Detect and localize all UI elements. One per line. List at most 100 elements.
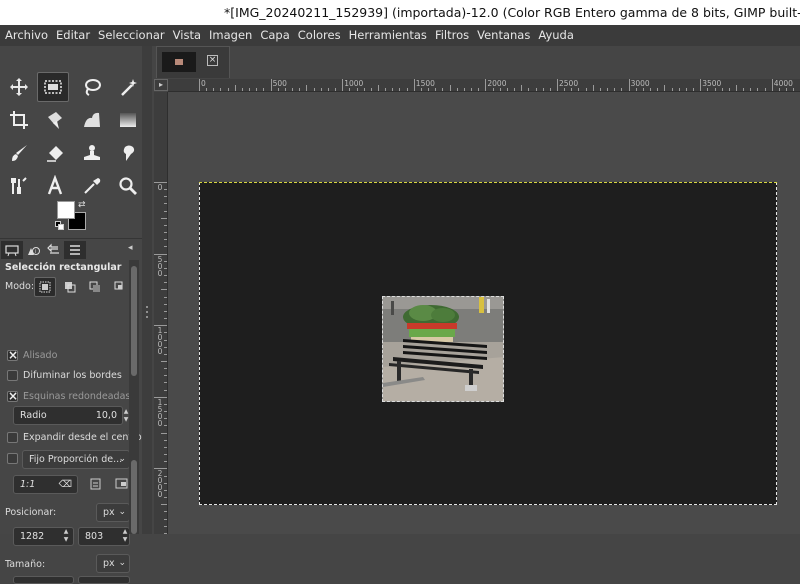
ruler-minor-tick [736, 85, 737, 91]
ruler-minor-tick [161, 361, 167, 362]
tool-options-scrollbar[interactable] [129, 260, 139, 534]
swap-colors-icon[interactable]: ⇄ [78, 200, 86, 210]
chevron-down-icon: ⌄ [118, 558, 126, 568]
rounded-corners-checkbox[interactable] [7, 389, 18, 403]
crop-tool-button[interactable] [3, 105, 35, 135]
size-label: Tamaño: [5, 559, 46, 570]
clear-icon[interactable]: ⌫ [59, 476, 72, 493]
tool-options-title: Selección rectangular [5, 262, 122, 273]
mode-replace-button[interactable] [34, 277, 56, 297]
vertical-ruler: 05001000150020002500 [154, 92, 168, 534]
dock-tabs: i ◂ [0, 238, 148, 260]
unified-transform-tool-button[interactable] [39, 105, 71, 135]
size-unit-value: px [103, 558, 115, 569]
antialias-checkbox[interactable] [7, 348, 18, 362]
menu-capa[interactable]: Capa [256, 25, 293, 46]
smudge-icon [123, 145, 135, 161]
expand-center-checkbox[interactable] [7, 432, 18, 443]
menu-colores[interactable]: Colores [294, 25, 345, 46]
move-tool-button[interactable] [3, 72, 35, 102]
smudge-tool-button[interactable] [112, 138, 144, 168]
ruler-label: 2000 [487, 79, 507, 88]
window-title: *[IMG_20240211_152939] (importada)-12.0 … [224, 5, 800, 20]
text-tool-button[interactable] [39, 171, 71, 201]
ratio-value: 1:1 [20, 479, 36, 490]
text-icon [47, 175, 63, 195]
menu-herramientas[interactable]: Herramientas [345, 25, 431, 46]
panel-splitter[interactable] [142, 46, 152, 534]
ruler-major-tick [557, 79, 558, 91]
portrait-icon[interactable] [90, 478, 101, 493]
gradient-icon [120, 113, 136, 127]
antialias-label: Alisado [23, 350, 58, 361]
menu-vista[interactable]: Vista [169, 25, 205, 46]
free-select-tool-button[interactable] [76, 72, 108, 102]
ratio-field[interactable]: 1:1 ⌫ [13, 475, 78, 494]
crop-icon [10, 111, 28, 129]
menu-ventanas[interactable]: Ventanas [473, 25, 534, 46]
ruler-minor-tick [234, 85, 236, 91]
close-icon[interactable]: × [207, 55, 218, 66]
radius-field[interactable]: Radio 10,0 [13, 406, 123, 425]
foreground-color[interactable] [57, 201, 75, 219]
expand-center-label: Expandir desde el centro [23, 432, 142, 443]
tab-undo-history[interactable] [43, 241, 65, 259]
gradient-tool-button[interactable] [112, 105, 144, 135]
size-height-field[interactable] [78, 576, 130, 584]
rect-select-tool-button[interactable] [37, 72, 69, 102]
mode-replace-icon [39, 281, 51, 293]
mode-intersect-button[interactable] [109, 277, 131, 297]
fixed-mode-combo[interactable]: Fijo Proporción de... ⌄ [22, 450, 130, 469]
fixed-checkbox[interactable] [7, 453, 18, 464]
ruler-minor-tick [378, 85, 379, 91]
clone-tool-button[interactable] [76, 138, 108, 168]
position-unit-value: px [103, 507, 115, 518]
landscape-icon[interactable] [115, 478, 128, 492]
eyedropper-icon [84, 178, 101, 194]
mode-label: Modo: [5, 281, 35, 292]
mode-add-icon [65, 282, 76, 293]
zoom-tool-button[interactable] [112, 171, 144, 201]
position-unit-combo[interactable]: px ⌄ [96, 503, 130, 522]
dock-menu-icon[interactable]: ◂ [128, 243, 133, 253]
horizontal-ruler: 0 500 1000 1500 2000 2500 3000 3500 4000 [168, 79, 800, 92]
ruler-label: 1500 [157, 397, 163, 428]
ruler-label: 500 [272, 79, 287, 88]
menu-filtros[interactable]: Filtros [431, 25, 473, 46]
menu-seleccionar[interactable]: Seleccionar [94, 25, 169, 46]
tab-device-status[interactable]: i [22, 241, 44, 259]
eraser-tool-button[interactable] [39, 138, 71, 168]
tab-images[interactable] [64, 241, 86, 259]
tab-tool-options[interactable] [1, 241, 23, 259]
warp-transform-tool-button[interactable] [76, 105, 108, 135]
magnifier-icon [119, 177, 137, 195]
ruler-label: 0 [157, 183, 163, 192]
menu-editar[interactable]: Editar [52, 25, 94, 46]
mode-add-button[interactable] [59, 277, 81, 297]
ruler-minor-tick [664, 85, 666, 91]
paths-tool-button[interactable] [3, 171, 35, 201]
images-icon [70, 245, 80, 255]
mode-subtract-button[interactable] [84, 277, 106, 297]
quick-mask-corner-icon[interactable]: ▸ [154, 79, 168, 91]
radius-label: Radio [20, 410, 47, 421]
ruler-minor-tick [306, 85, 308, 91]
ruler-major-tick [342, 79, 344, 91]
size-unit-combo[interactable]: px ⌄ [96, 554, 130, 573]
default-colors-icon[interactable] [55, 221, 64, 230]
window-title-bar: *[IMG_20240211_152939] (importada)-12.0 … [0, 0, 800, 25]
feather-checkbox[interactable] [7, 370, 18, 381]
size-width-field[interactable] [13, 576, 74, 584]
position-x-spin-arrows[interactable]: ▲ ▼ [61, 528, 71, 544]
menu-ayuda[interactable]: Ayuda [534, 25, 578, 46]
image-tab[interactable]: × [156, 46, 230, 78]
image-layer[interactable] [199, 182, 777, 505]
paintbrush-tool-button[interactable] [3, 138, 35, 168]
canvas-area[interactable] [168, 92, 800, 534]
color-picker-tool-button[interactable] [76, 171, 108, 201]
ruler-major-tick [413, 79, 415, 91]
ruler-minor-tick [449, 85, 451, 91]
fuzzy-select-tool-button[interactable] [112, 72, 144, 102]
menu-archivo[interactable]: Archivo [0, 25, 52, 46]
menu-imagen[interactable]: Imagen [205, 25, 256, 46]
